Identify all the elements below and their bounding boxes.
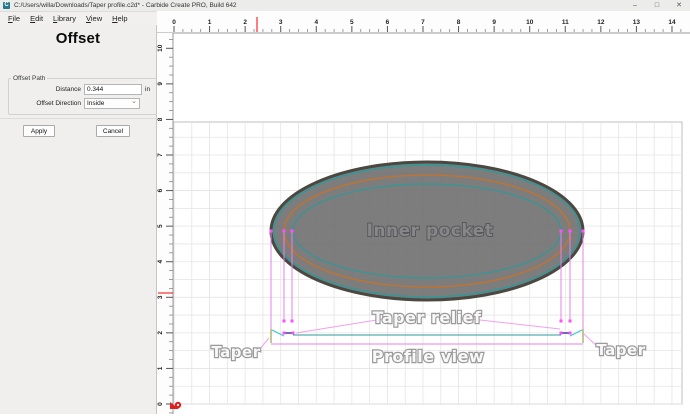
svg-text:0: 0 [157, 402, 164, 406]
svg-text:0: 0 [172, 19, 176, 26]
inner-pocket-label: Inner pocket [367, 221, 494, 241]
svg-text:9: 9 [157, 82, 164, 86]
offset-panel: Offset Offset Path Distance in Offset Di… [0, 25, 160, 414]
svg-text:7: 7 [157, 153, 164, 157]
app-icon: C [3, 2, 10, 9]
svg-text:14: 14 [668, 19, 676, 26]
svg-text:7: 7 [421, 19, 425, 26]
svg-text:8: 8 [457, 19, 461, 26]
distance-unit: in [145, 85, 151, 93]
svg-text:5: 5 [157, 224, 164, 228]
menu-help[interactable]: Help [107, 14, 132, 23]
menu-library[interactable]: Library [48, 14, 81, 23]
taper-relief-label: Taper relief [373, 308, 482, 327]
menu-edit[interactable]: Edit [25, 14, 48, 23]
offset-direction-value: Inside [87, 99, 105, 107]
svg-text:13: 13 [633, 19, 641, 26]
menu-file[interactable]: File [3, 14, 25, 23]
svg-text:3: 3 [279, 19, 283, 26]
svg-text:4: 4 [314, 19, 318, 26]
cancel-button[interactable]: Cancel [96, 125, 130, 137]
taper-left-label: Taper [211, 343, 260, 361]
close-button[interactable]: ✕ [668, 0, 690, 12]
profile-view-label: Profile view [372, 347, 485, 366]
top-ruler: 0 1 2 3 4 5 6 7 8 9 10 11 12 13 14 [157, 12, 690, 34]
svg-text:9: 9 [492, 19, 496, 26]
offset-path-group-label: Offset Path [13, 75, 46, 82]
window-title: C:/Users/willa/Downloads/Taper profile.c… [14, 2, 237, 9]
svg-text:1: 1 [208, 19, 212, 26]
apply-button[interactable]: Apply [23, 125, 55, 137]
design-canvas[interactable]: Inner pocket Taper relief Profile view Tape… [157, 11, 690, 414]
distance-label: Distance [55, 85, 81, 93]
svg-text:12: 12 [597, 19, 605, 26]
svg-text:2: 2 [243, 19, 247, 26]
svg-text:3: 3 [157, 295, 164, 299]
svg-text:1: 1 [157, 366, 164, 370]
left-ruler: 0 1 2 3 4 5 6 7 8 9 10 [157, 33, 174, 414]
svg-text:5: 5 [350, 19, 354, 26]
panel-title: Offset [55, 30, 101, 47]
svg-text:2: 2 [157, 331, 164, 335]
taper-right-label: Taper [596, 341, 645, 359]
menubar: File Edit Library View Help [0, 12, 157, 25]
menu-view[interactable]: View [81, 14, 107, 23]
offset-direction-label: Offset Direction [36, 99, 81, 107]
offset-path-group: Offset Path Distance in Offset Direction… [8, 75, 160, 115]
distance-input[interactable] [84, 83, 142, 95]
svg-text:4: 4 [157, 260, 164, 264]
svg-text:10: 10 [157, 44, 164, 52]
svg-text:11: 11 [562, 19, 569, 26]
offset-direction-select[interactable]: Inside ⌄ [84, 97, 140, 109]
svg-text:6: 6 [386, 19, 390, 26]
maximize-button[interactable]: □ [646, 0, 668, 12]
chevron-down-icon: ⌄ [131, 98, 137, 105]
svg-text:6: 6 [157, 188, 164, 192]
svg-text:8: 8 [157, 117, 164, 121]
svg-text:10: 10 [526, 19, 534, 26]
panel-divider [0, 118, 157, 119]
minimize-button[interactable]: – [624, 0, 646, 12]
